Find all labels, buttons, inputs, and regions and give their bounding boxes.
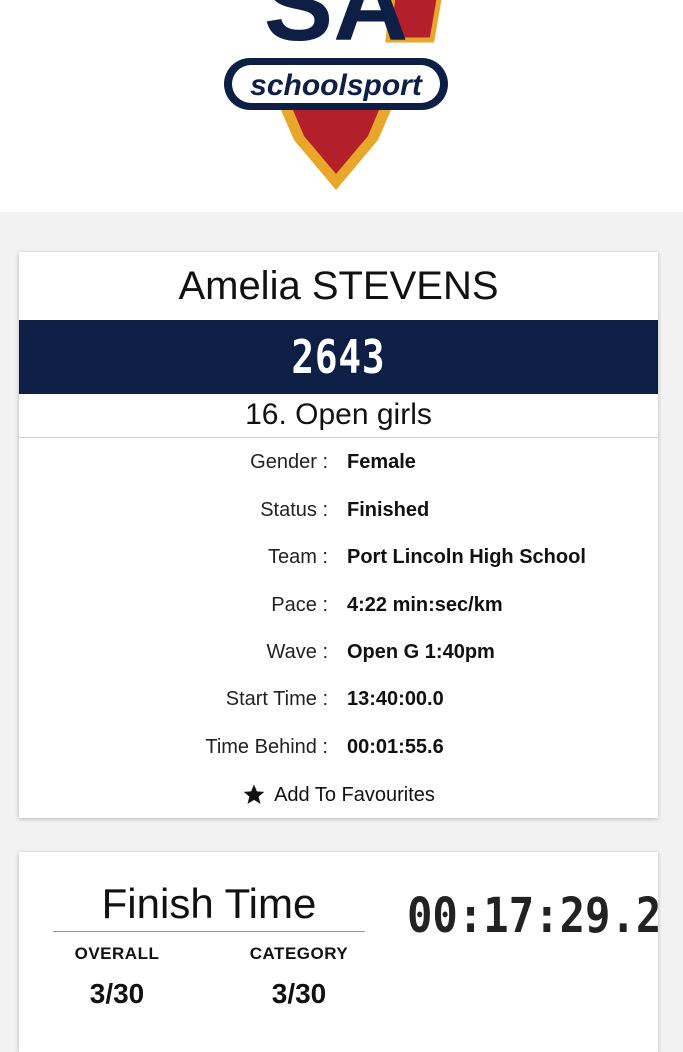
category-rank-value: 3/30	[271, 978, 327, 1009]
detail-label: Wave :	[266, 641, 329, 663]
header: SA schoolsport	[0, 0, 683, 212]
detail-value: 13:40:00.0	[347, 688, 444, 710]
overall-rank-label: OVERALL	[74, 944, 160, 963]
detail-value: Port Lincoln High School	[347, 546, 586, 568]
detail-label: Gender :	[250, 451, 328, 473]
race-category: 16. Open girls	[245, 398, 432, 431]
detail-value: Finished	[347, 499, 430, 521]
overall-rank: OVERALL 3/30	[37, 944, 197, 1010]
detail-row-start-time: Start Time : 13:40:00.0	[19, 684, 658, 714]
add-to-favourites-label: Add To Favourites	[274, 783, 435, 806]
detail-label: Team :	[267, 546, 328, 568]
sa-schoolsport-logo: SA schoolsport	[224, 0, 448, 190]
detail-value: 00:01:55.6	[347, 736, 444, 758]
overall-rank-value: 3/30	[89, 978, 145, 1009]
detail-row-wave: Wave : Open G 1:40pm	[19, 637, 658, 667]
divider	[19, 437, 658, 438]
detail-label: Pace :	[271, 594, 328, 616]
detail-row-time-behind: Time Behind : 00:01:55.6	[19, 732, 658, 762]
detail-value: Open G 1:40pm	[347, 641, 495, 663]
bib-banner: 2643	[19, 320, 658, 394]
category-rank: CATEGORY 3/30	[219, 944, 379, 1010]
detail-row-status: Status : Finished	[19, 495, 658, 525]
detail-value: Female	[347, 451, 416, 473]
category-rank-label: CATEGORY	[249, 944, 349, 963]
divider	[53, 931, 365, 932]
athlete-name: Amelia STEVENS	[178, 263, 499, 308]
svg-text:schoolsport: schoolsport	[250, 69, 424, 102]
detail-row-team: Team : Port Lincoln High School	[19, 542, 658, 572]
finish-time-heading: Finish Time	[101, 880, 317, 927]
finish-time-value: 00:17:29.2	[407, 888, 662, 944]
bib-number: 2643	[291, 330, 386, 384]
svg-text:SA: SA	[264, 0, 408, 63]
add-to-favourites-button[interactable]: Add To Favourites	[19, 780, 658, 810]
detail-value: 4:22 min:sec/km	[347, 594, 503, 616]
star-icon	[243, 784, 265, 804]
detail-row-pace: Pace : 4:22 min:sec/km	[19, 590, 658, 620]
detail-label: Start Time :	[225, 688, 328, 710]
finish-card: Finish Time 00:17:29.2 OVERALL 3/30 CATE…	[19, 852, 661, 1052]
athlete-card: Amelia STEVENS 2643 16. Open girls Gende…	[19, 252, 658, 818]
detail-label: Status :	[260, 499, 328, 521]
detail-row-gender: Gender : Female	[19, 447, 658, 477]
detail-label: Time Behind :	[205, 736, 328, 758]
